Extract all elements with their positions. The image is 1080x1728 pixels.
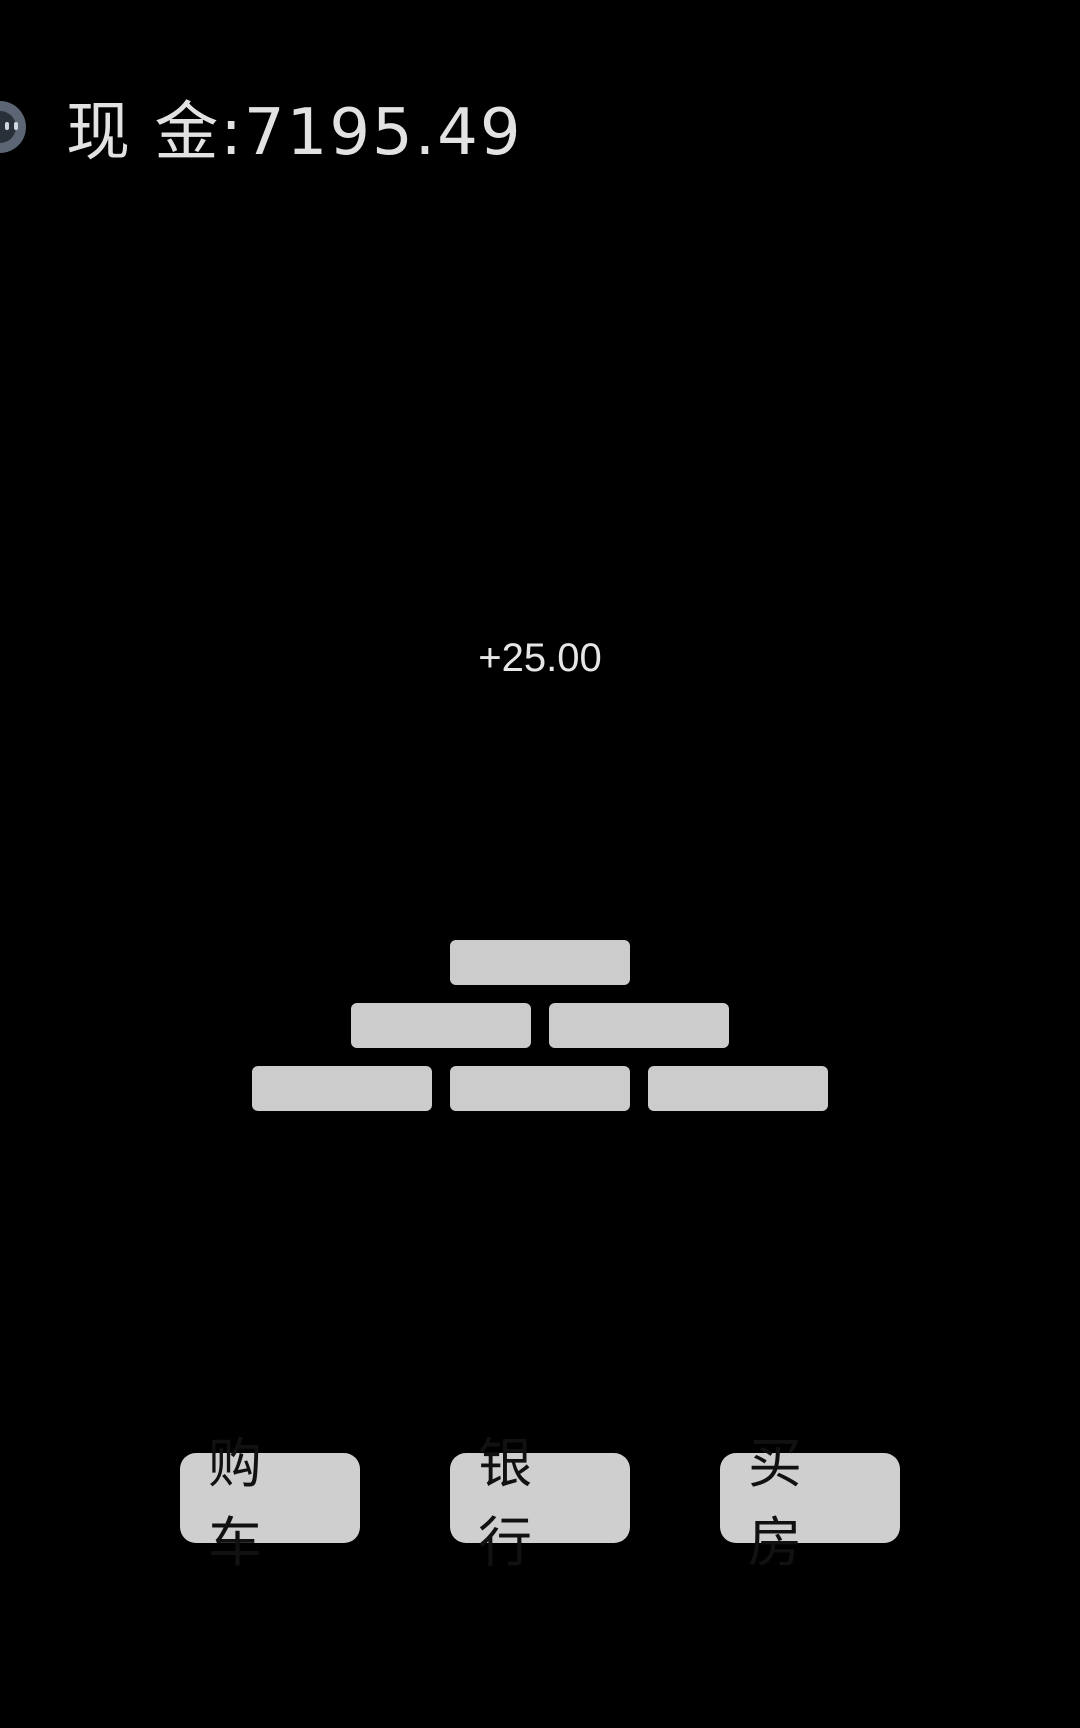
avatar-eye-icon xyxy=(5,122,9,130)
cash-label: 现 金:7195.49 xyxy=(66,96,523,170)
avatar-eye-icon xyxy=(14,122,18,130)
gold-bar[interactable] xyxy=(351,1003,531,1048)
gold-bar[interactable] xyxy=(450,1066,630,1111)
gain-text: +25.00 xyxy=(478,636,602,680)
gold-bar[interactable] xyxy=(450,940,630,985)
gold-bar[interactable] xyxy=(252,1066,432,1111)
gold-bar[interactable] xyxy=(648,1066,828,1111)
gold-bar[interactable] xyxy=(549,1003,729,1048)
buy-car-button[interactable]: 购车 xyxy=(180,1432,360,1574)
buy-house-button[interactable]: 买房 xyxy=(720,1432,900,1574)
avatar-icon[interactable] xyxy=(0,101,26,153)
bank-button[interactable]: 银行 xyxy=(450,1432,630,1574)
